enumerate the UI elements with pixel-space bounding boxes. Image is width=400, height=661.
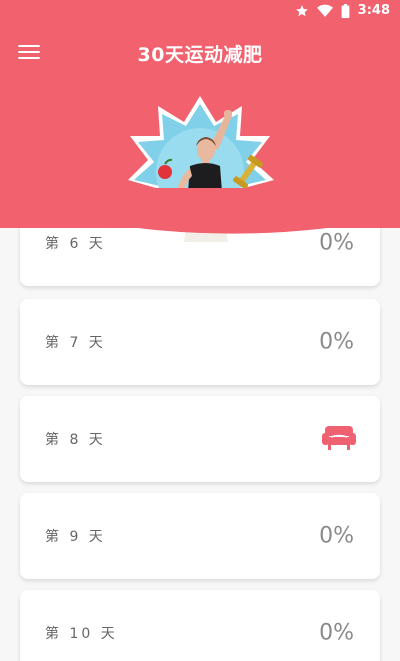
- status-bar: 3:48: [0, 0, 400, 24]
- status-icons: 3:48: [295, 3, 390, 18]
- day-label: 第 7 天: [45, 335, 106, 351]
- battery-icon: [341, 3, 350, 18]
- day-progress: 0%: [319, 523, 354, 549]
- day-list: 第 6 天 0% 第 7 天 0% 第 8 天 第 9 天 0% 第 10 天 …: [0, 228, 400, 661]
- day-label: 第 8 天: [45, 432, 106, 448]
- header-curve: [0, 188, 400, 234]
- day-card-8[interactable]: 第 8 天: [20, 396, 380, 482]
- day-label: 第 9 天: [45, 529, 106, 545]
- day-label: 第 10 天: [45, 626, 118, 642]
- wifi-icon: [316, 4, 333, 18]
- sofa-icon: [322, 423, 356, 455]
- star-icon: [295, 4, 309, 18]
- day-card-7[interactable]: 第 7 天 0%: [20, 299, 380, 385]
- day-card-9[interactable]: 第 9 天 0%: [20, 493, 380, 579]
- page-title: 30天运动减肥: [137, 44, 263, 66]
- day-progress: 0%: [319, 620, 354, 646]
- day-progress: 0%: [319, 329, 354, 355]
- status-time: 3:48: [357, 3, 390, 18]
- day-card-10[interactable]: 第 10 天 0%: [20, 590, 380, 661]
